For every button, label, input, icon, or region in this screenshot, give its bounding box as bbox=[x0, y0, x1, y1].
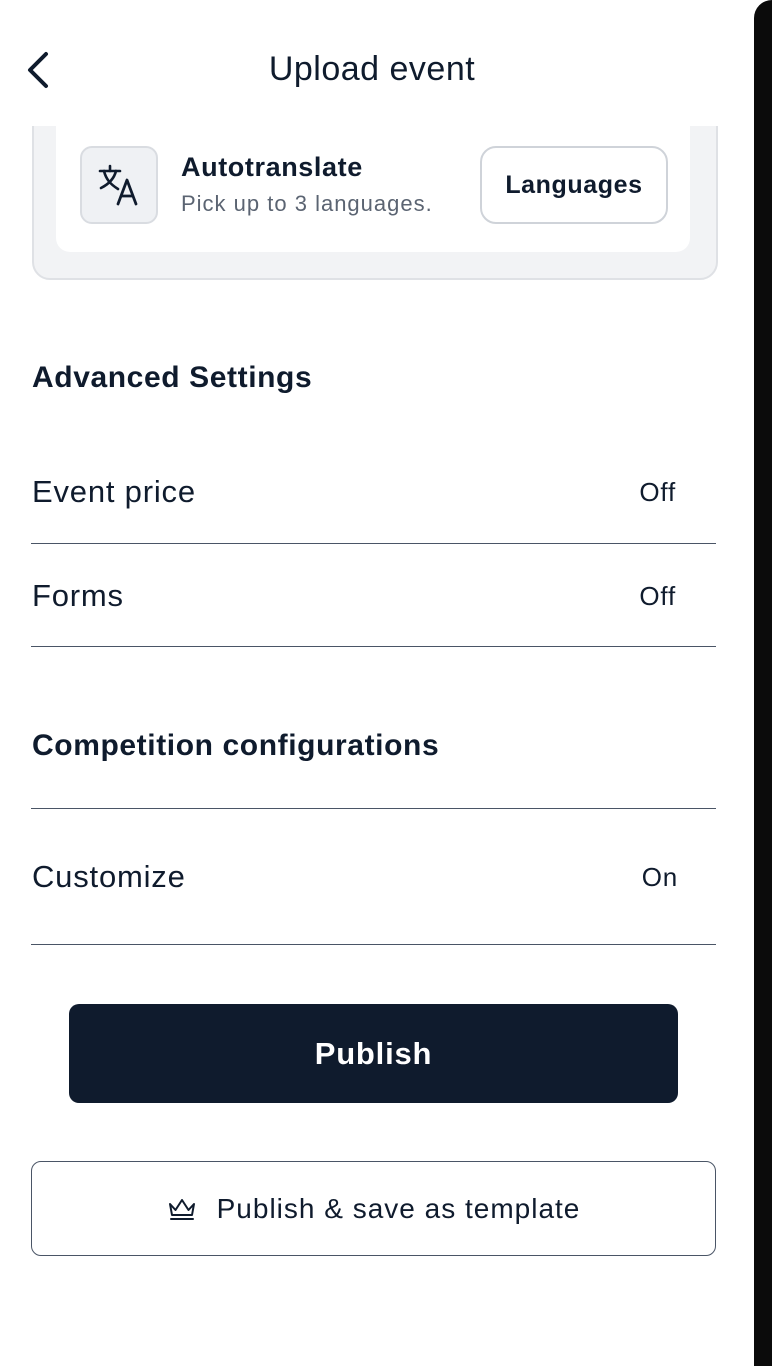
crown-icon bbox=[168, 1198, 195, 1220]
upload-event-screen: Autotranslate Pick up to 3 languages. La… bbox=[0, 0, 754, 1366]
divider bbox=[31, 646, 716, 647]
event-price-row[interactable]: Event price Off bbox=[32, 470, 716, 520]
divider bbox=[31, 543, 716, 544]
event-price-value: Off bbox=[639, 477, 676, 507]
event-price-label: Event price bbox=[32, 474, 196, 509]
autotranslate-subtitle: Pick up to 3 languages. bbox=[181, 191, 433, 216]
publish-button[interactable]: Publish bbox=[69, 1004, 678, 1103]
page-title: Upload event bbox=[268, 50, 476, 88]
languages-button[interactable]: Languages bbox=[480, 146, 668, 224]
forms-label: Forms bbox=[32, 578, 124, 613]
header: Upload event bbox=[0, 0, 754, 126]
forms-row[interactable]: Forms Off bbox=[32, 574, 716, 624]
forms-value: Off bbox=[639, 581, 676, 611]
customize-value: On bbox=[641, 862, 678, 892]
device-edge bbox=[754, 0, 772, 1366]
advanced-settings-heading: Advanced Settings bbox=[32, 361, 313, 394]
translate-icon bbox=[80, 146, 158, 224]
customize-label: Customize bbox=[32, 859, 186, 894]
publish-save-template-button[interactable]: Publish & save as template bbox=[31, 1161, 716, 1256]
divider bbox=[31, 808, 716, 809]
publish-save-template-label: Publish & save as template bbox=[216, 1192, 581, 1224]
competition-configurations-heading: Competition configurations bbox=[32, 729, 440, 762]
divider bbox=[31, 944, 716, 945]
autotranslate-title: Autotranslate bbox=[181, 152, 363, 182]
customize-row[interactable]: Customize On bbox=[32, 855, 716, 905]
